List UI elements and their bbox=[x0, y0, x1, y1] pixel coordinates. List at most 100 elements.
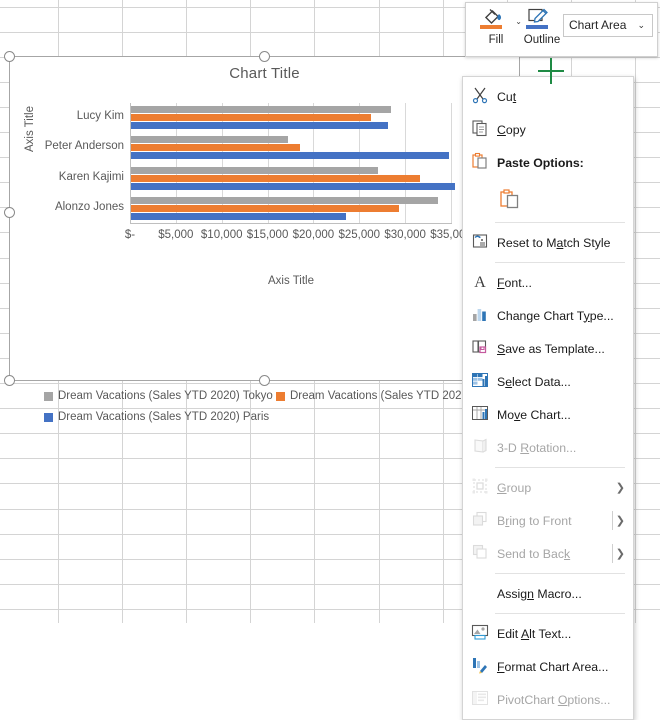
chart-bar[interactable] bbox=[131, 144, 301, 152]
selection-handle-middle-left[interactable] bbox=[3, 207, 15, 218]
menu-item-group: Group ❯ bbox=[463, 471, 633, 504]
bring-front-icon bbox=[471, 510, 497, 532]
menu-item-label: Paste Options: bbox=[497, 155, 584, 170]
menu-item-label: Save as Template... bbox=[497, 341, 605, 356]
alt-text-icon bbox=[471, 623, 497, 645]
chart-bar[interactable] bbox=[131, 152, 450, 160]
menu-item-split-divider bbox=[612, 511, 613, 530]
value-axis-tick-label: $15,000 bbox=[246, 229, 289, 241]
menu-item-pivotchart-options: PivotChart Options... bbox=[463, 683, 633, 716]
select-data-icon bbox=[471, 371, 497, 393]
submenu-arrow-icon: ❯ bbox=[615, 515, 625, 527]
chart-bar[interactable] bbox=[131, 174, 420, 182]
selection-handle-top-center[interactable] bbox=[259, 50, 270, 62]
horizontal-axis-title[interactable]: Axis Title bbox=[130, 275, 452, 287]
value-axis-tick-label: $10,000 bbox=[200, 229, 243, 241]
menu-item-format-chart-area[interactable]: Format Chart Area... bbox=[463, 650, 633, 683]
menu-item-select-data[interactable]: Select Data... bbox=[463, 365, 633, 398]
menu-item-copy[interactable]: Copy bbox=[463, 113, 633, 146]
menu-separator bbox=[495, 222, 625, 223]
menu-item-move-chart[interactable]: Move Chart... bbox=[463, 398, 633, 431]
mini-floating-toolbar: ⌄ Fill ⌄ Outline Chart Area ⌄ bbox=[465, 2, 658, 57]
chart-category-group bbox=[131, 166, 455, 191]
move-chart-icon bbox=[471, 404, 497, 426]
chart-bar[interactable] bbox=[131, 212, 347, 220]
chart-bar[interactable] bbox=[131, 182, 455, 190]
outline-button[interactable]: ⌄ Outline bbox=[520, 7, 568, 46]
clipboard-icon bbox=[471, 152, 497, 174]
crosshair-vertical bbox=[550, 58, 552, 84]
menu-item-edit-alt-text[interactable]: Edit Alt Text... bbox=[463, 617, 633, 650]
menu-item-label: Assign Macro... bbox=[497, 586, 582, 601]
value-axis-tick-label: $- bbox=[124, 229, 136, 241]
category-axis-label: Alonzo Jones bbox=[54, 200, 124, 213]
crosshair-cursor bbox=[538, 58, 564, 84]
pivotchart-icon bbox=[471, 689, 497, 711]
rotation-icon bbox=[471, 437, 497, 459]
menu-item-label: Format Chart Area... bbox=[497, 659, 609, 674]
legend-color-swatch bbox=[44, 412, 53, 422]
chart-element-select-value: Chart Area bbox=[569, 18, 627, 32]
paste-options-row bbox=[463, 179, 633, 219]
copy-icon bbox=[471, 119, 497, 141]
fill-color-indicator bbox=[480, 25, 502, 29]
chart-object[interactable]: Chart Title Axis Title $- $5,000 $10,000 $1… bbox=[9, 56, 520, 423]
category-axis-label: Karen Kajimi bbox=[58, 170, 124, 183]
legend-color-swatch bbox=[44, 391, 53, 401]
menu-item-label: PivotChart Options... bbox=[497, 692, 611, 707]
chart-title[interactable]: Chart Title bbox=[10, 65, 519, 82]
svg-text:A: A bbox=[474, 274, 486, 290]
bar-chart-icon bbox=[471, 305, 497, 327]
selection-handle-bottom-center[interactable] bbox=[259, 375, 270, 386]
menu-item-label: Group bbox=[497, 480, 532, 495]
chart-bar[interactable] bbox=[131, 166, 378, 174]
paste-keep-source-formatting-button[interactable] bbox=[497, 186, 523, 212]
menu-separator bbox=[495, 573, 625, 574]
chart-category-group bbox=[131, 136, 452, 160]
chart-bar[interactable] bbox=[131, 114, 372, 121]
selection-handle-bottom-left[interactable] bbox=[3, 375, 15, 386]
menu-item-label: Move Chart... bbox=[497, 407, 571, 422]
menu-item-label: Reset to Match Style bbox=[497, 235, 611, 250]
send-back-icon bbox=[471, 543, 497, 565]
legend-entry-label: Dream Vacations (Sales YTD 2020) Tokyo bbox=[58, 390, 273, 402]
menu-separator bbox=[495, 467, 625, 468]
outline-color-indicator bbox=[526, 25, 548, 29]
plot-area[interactable] bbox=[130, 103, 455, 224]
chart-bar[interactable] bbox=[131, 122, 388, 129]
menu-item-label: Bring to Front bbox=[497, 513, 572, 528]
chart-bar[interactable] bbox=[131, 204, 399, 212]
chevron-down-icon[interactable]: ⌄ bbox=[637, 15, 645, 36]
category-axis-label: Lucy Kim bbox=[76, 110, 124, 123]
outline-button-label: Outline bbox=[523, 34, 561, 46]
chart-element-select[interactable]: Chart Area ⌄ bbox=[563, 14, 653, 37]
menu-item-assign-macro[interactable]: Assign Macro... bbox=[463, 577, 633, 610]
legend-entry-label: Dream Vacations (Sales YTD 2020) Paris bbox=[58, 411, 270, 423]
legend-color-swatch bbox=[276, 391, 285, 401]
menu-item-cut[interactable]: Cut bbox=[463, 80, 633, 113]
legend-entry[interactable]: Dream Vacations (Sales YTD 2020) Paris bbox=[44, 411, 269, 423]
menu-item-reset-to-match-style[interactable]: Reset to Match Style bbox=[463, 226, 633, 259]
chart-bar[interactable] bbox=[131, 136, 288, 144]
fill-button-label: Fill bbox=[488, 34, 504, 46]
menu-item-save-as-template[interactable]: Save as Template... bbox=[463, 332, 633, 365]
chart-category-group bbox=[131, 106, 452, 130]
menu-item-font[interactable]: A Font... bbox=[463, 266, 633, 299]
menu-item-label: Select Data... bbox=[497, 374, 571, 389]
menu-item-paste-options[interactable]: Paste Options: bbox=[463, 146, 633, 179]
category-axis-line bbox=[130, 223, 452, 224]
chart-category-group bbox=[131, 196, 452, 221]
menu-item-change-chart-type[interactable]: Change Chart Type... bbox=[463, 299, 633, 332]
format-chart-icon bbox=[471, 656, 497, 678]
chart-bar[interactable] bbox=[131, 106, 392, 113]
font-a-icon: A bbox=[471, 272, 497, 294]
submenu-arrow-icon: ❯ bbox=[615, 482, 625, 494]
selection-handle-top-left[interactable] bbox=[3, 50, 15, 62]
menu-item-send-to-back: Send to Back ❯ bbox=[463, 537, 633, 570]
chart-bar[interactable] bbox=[131, 196, 439, 204]
fill-button[interactable]: ⌄ Fill bbox=[474, 7, 522, 46]
menu-item-bring-to-front: Bring to Front ❯ bbox=[463, 504, 633, 537]
value-axis-tick-label: $30,000 bbox=[384, 229, 426, 241]
legend-entry[interactable]: Dream Vacations (Sales YTD 2020) Tokyo bbox=[44, 390, 273, 402]
menu-separator bbox=[495, 613, 625, 614]
